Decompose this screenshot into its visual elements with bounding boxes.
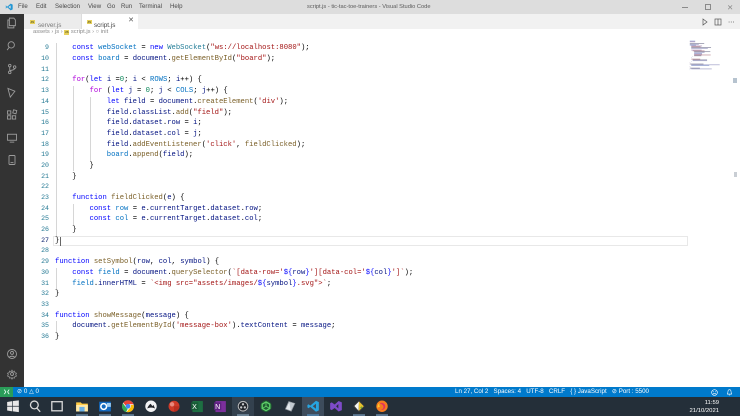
svg-text:N: N	[215, 403, 220, 411]
svg-text:X: X	[192, 403, 197, 411]
